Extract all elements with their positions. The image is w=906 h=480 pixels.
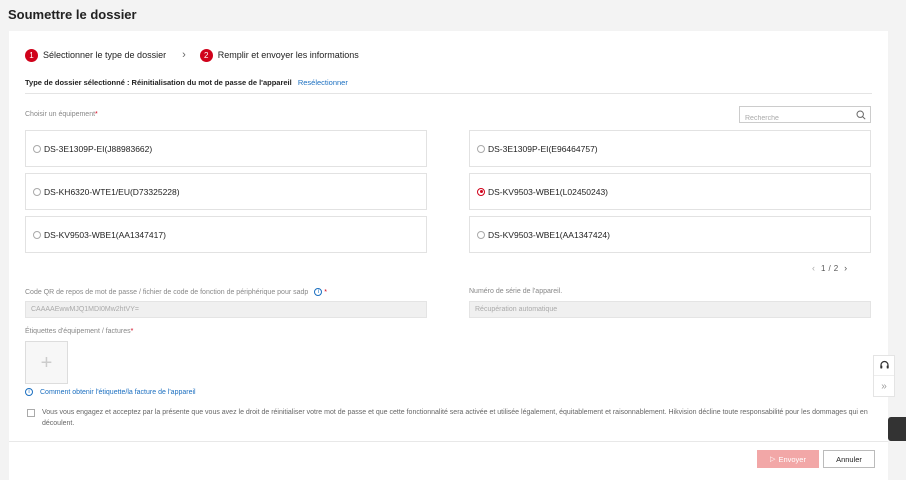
- step-1-badge: 1: [25, 48, 38, 62]
- search-box[interactable]: [739, 106, 871, 126]
- search-icon[interactable]: [856, 110, 866, 120]
- page-total: 2: [833, 263, 839, 273]
- search-input[interactable]: [740, 111, 850, 126]
- selected-type-line: Type de dossier sélectionné : Réinitiali…: [25, 78, 348, 87]
- radio-button[interactable]: [477, 144, 485, 153]
- device-name: DS-KV9503-WBE1(AA1347424): [488, 229, 610, 240]
- device-name: DS-KV9503-WBE1(AA1347417): [44, 229, 166, 240]
- device-name: DS-KV9503-WBE1(L02450243): [488, 186, 609, 197]
- device-option[interactable]: DS-KH6320-WTE1/EU(D73325228): [25, 173, 427, 210]
- chevron-left-icon[interactable]: ‹: [812, 263, 815, 273]
- info-icon: i: [25, 388, 33, 396]
- radio-button[interactable]: [33, 144, 41, 153]
- form-card: 1 Sélectionner le type de dossier › 2 Re…: [9, 31, 888, 480]
- serial-number-field: Récupération automatique: [469, 301, 871, 318]
- step-1-label[interactable]: Sélectionner le type de dossier: [43, 50, 166, 60]
- labels-field-label: Étiquettes d'équipement / factures*: [25, 328, 134, 335]
- required-mark: *: [324, 288, 327, 296]
- equipment-label: Choisir un équipement*: [25, 111, 98, 118]
- reselect-link[interactable]: Resélectionner: [298, 78, 348, 87]
- device-name: DS-3E1309P-EI(J88983662): [44, 143, 153, 154]
- page-current: 1: [821, 263, 826, 273]
- pagination: ‹ 1/2 ›: [809, 263, 850, 273]
- stepper: 1 Sélectionner le type de dossier › 2 Re…: [25, 47, 359, 63]
- device-option[interactable]: DS-3E1309P-EI(J88983662): [25, 130, 427, 167]
- step-2-label: Remplir et envoyer les informations: [217, 50, 359, 60]
- required-mark: *: [130, 328, 134, 335]
- device-name: DS-KH6320-WTE1/EU(D73325228): [44, 186, 180, 197]
- info-icon[interactable]: i: [314, 288, 323, 296]
- page-title: Soumettre le dossier: [8, 7, 137, 22]
- radio-button[interactable]: [33, 230, 41, 239]
- serial-field-label: Numéro de série de l'appareil.: [469, 288, 563, 295]
- plus-icon: +: [40, 351, 53, 374]
- side-toolbar: »: [873, 355, 895, 397]
- footer-divider: [9, 441, 888, 442]
- radio-button-checked[interactable]: [477, 187, 485, 196]
- double-chevron-right-icon[interactable]: »: [874, 376, 894, 396]
- headset-support-icon[interactable]: [874, 356, 894, 376]
- consent-checkbox[interactable]: [27, 409, 35, 417]
- upload-button[interactable]: +: [25, 341, 68, 384]
- device-option[interactable]: DS-3E1309P-EI(E96464757): [469, 130, 871, 167]
- selected-type-text: Type de dossier sélectionné : Réinitiali…: [25, 78, 292, 87]
- send-icon: ▷: [770, 456, 776, 463]
- help-link-text[interactable]: Comment obtenir l'étiquette/la facture d…: [40, 389, 196, 396]
- send-button[interactable]: ▷ Envoyer: [757, 450, 819, 468]
- cancel-button[interactable]: Annuler: [823, 450, 875, 468]
- qr-field-label: Code QR de repos de mot de passe / fichi…: [25, 288, 327, 296]
- send-button-label: Envoyer: [778, 454, 806, 464]
- headset-icon: [879, 360, 889, 369]
- step-2-badge: 2: [199, 48, 213, 62]
- radio-button[interactable]: [477, 230, 485, 239]
- help-link[interactable]: i Comment obtenir l'étiquette/la facture …: [25, 388, 196, 396]
- device-name: DS-3E1309P-EI(E96464757): [488, 143, 598, 154]
- edge-tab[interactable]: [888, 417, 906, 441]
- chevron-right-icon[interactable]: ›: [844, 263, 847, 273]
- consent-text: Vous vous engagez et acceptez par la pré…: [42, 409, 868, 427]
- device-option[interactable]: DS-KV9503-WBE1(AA1347424): [469, 216, 871, 253]
- radio-button[interactable]: [33, 187, 41, 196]
- device-option[interactable]: DS-KV9503-WBE1(AA1347417): [25, 216, 427, 253]
- page-separator: /: [828, 263, 831, 273]
- divider: [25, 93, 872, 94]
- required-mark: *: [95, 111, 98, 118]
- qr-code-field[interactable]: CAAAAEwwMJQ1MDI0Mw2htVY=: [25, 301, 427, 318]
- chevron-right-icon: ›: [182, 49, 186, 61]
- device-option-selected[interactable]: DS-KV9503-WBE1(L02450243): [469, 173, 871, 210]
